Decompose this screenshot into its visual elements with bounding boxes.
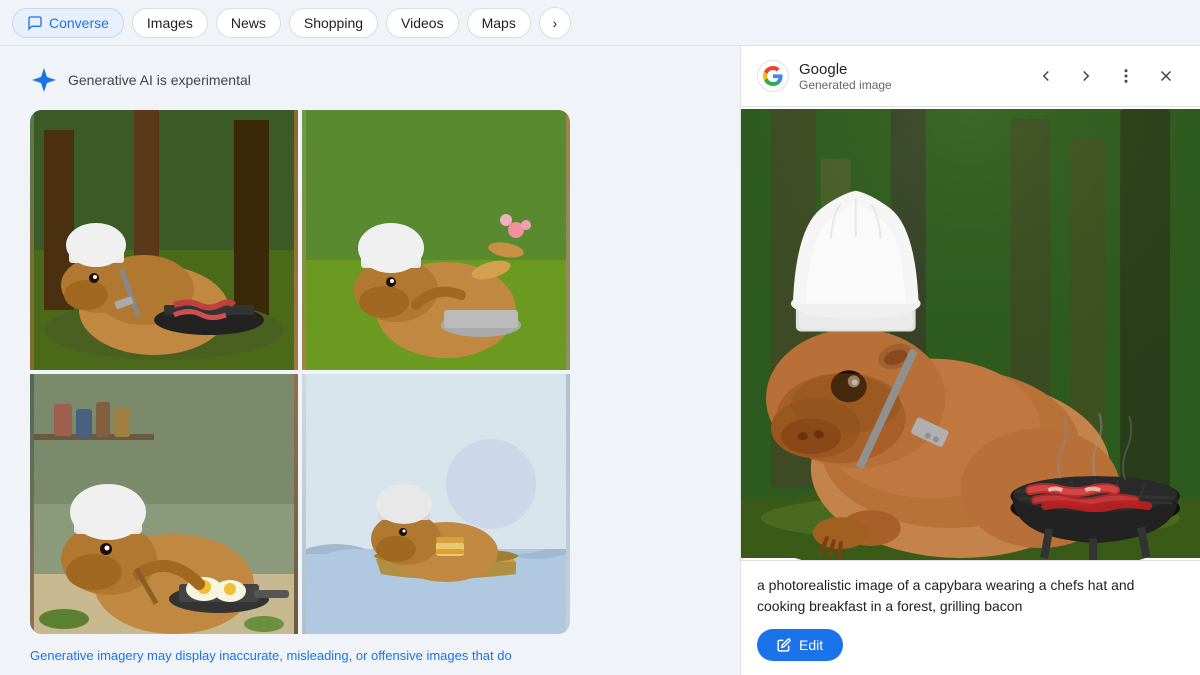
left-panel: Generative AI is experimental: [0, 46, 740, 675]
edit-button[interactable]: Edit: [757, 629, 843, 661]
news-label: News: [231, 15, 266, 31]
nav-pill-images[interactable]: Images: [132, 8, 208, 38]
more-options-button[interactable]: [1108, 58, 1144, 94]
google-logo: [757, 60, 789, 92]
capybara-pancakes-svg: [302, 110, 570, 370]
header-subtitle: Generated image: [799, 78, 1018, 92]
images-label: Images: [147, 15, 193, 31]
right-panel: Google Generated image: [740, 46, 1200, 675]
capybara-grilling-svg: [30, 110, 298, 370]
main-content: Generative AI is experimental: [0, 46, 1200, 675]
nav-pill-maps[interactable]: Maps: [467, 8, 531, 38]
grid-image-3[interactable]: [30, 374, 298, 634]
grid-image-2[interactable]: [302, 110, 570, 370]
main-generated-image[interactable]: [741, 107, 1200, 560]
capybara-eggs-svg: [30, 374, 298, 634]
nav-more-button[interactable]: ›: [539, 7, 571, 39]
chevron-left-icon: [1037, 67, 1055, 85]
more-vert-icon: [1117, 67, 1135, 85]
edit-pencil-icon: [777, 638, 791, 652]
top-navigation: Converse Images News Shopping Videos Map…: [0, 0, 1200, 46]
main-capybara-svg: [741, 107, 1200, 560]
nav-back-button[interactable]: [1028, 58, 1064, 94]
capybara-boat-svg: [302, 374, 570, 634]
chevron-right-icon: ›: [552, 15, 557, 31]
nav-pill-videos[interactable]: Videos: [386, 8, 459, 38]
close-icon: [1157, 67, 1175, 85]
chevron-right-icon: [1077, 67, 1095, 85]
shopping-label: Shopping: [304, 15, 363, 31]
nav-pill-shopping[interactable]: Shopping: [289, 8, 378, 38]
ai-sparkle-icon: [30, 66, 58, 94]
converse-icon: [27, 15, 43, 31]
ai-badge-text: Generative AI is experimental: [68, 72, 251, 88]
header-title: Google: [799, 61, 1018, 78]
image-grid: [30, 110, 570, 634]
panel-footer: a photorealistic image of a capybara wea…: [741, 560, 1200, 675]
google-g-icon: [763, 66, 783, 86]
ai-badge: Generative AI is experimental: [30, 66, 710, 94]
image-caption: a photorealistic image of a capybara wea…: [757, 575, 1184, 617]
nav-pill-news[interactable]: News: [216, 8, 281, 38]
converse-label: Converse: [49, 15, 109, 31]
nav-forward-button[interactable]: [1068, 58, 1104, 94]
grid-image-1[interactable]: [30, 110, 298, 370]
close-panel-button[interactable]: [1148, 58, 1184, 94]
maps-label: Maps: [482, 15, 516, 31]
edit-label: Edit: [799, 637, 823, 653]
nav-pill-converse[interactable]: Converse: [12, 8, 124, 38]
disclaimer-text: Generative imagery may display inaccurat…: [30, 648, 570, 663]
header-title-block: Google Generated image: [799, 61, 1018, 92]
videos-label: Videos: [401, 15, 444, 31]
grid-image-4[interactable]: [302, 374, 570, 634]
header-actions: [1028, 58, 1184, 94]
panel-header: Google Generated image: [741, 46, 1200, 107]
